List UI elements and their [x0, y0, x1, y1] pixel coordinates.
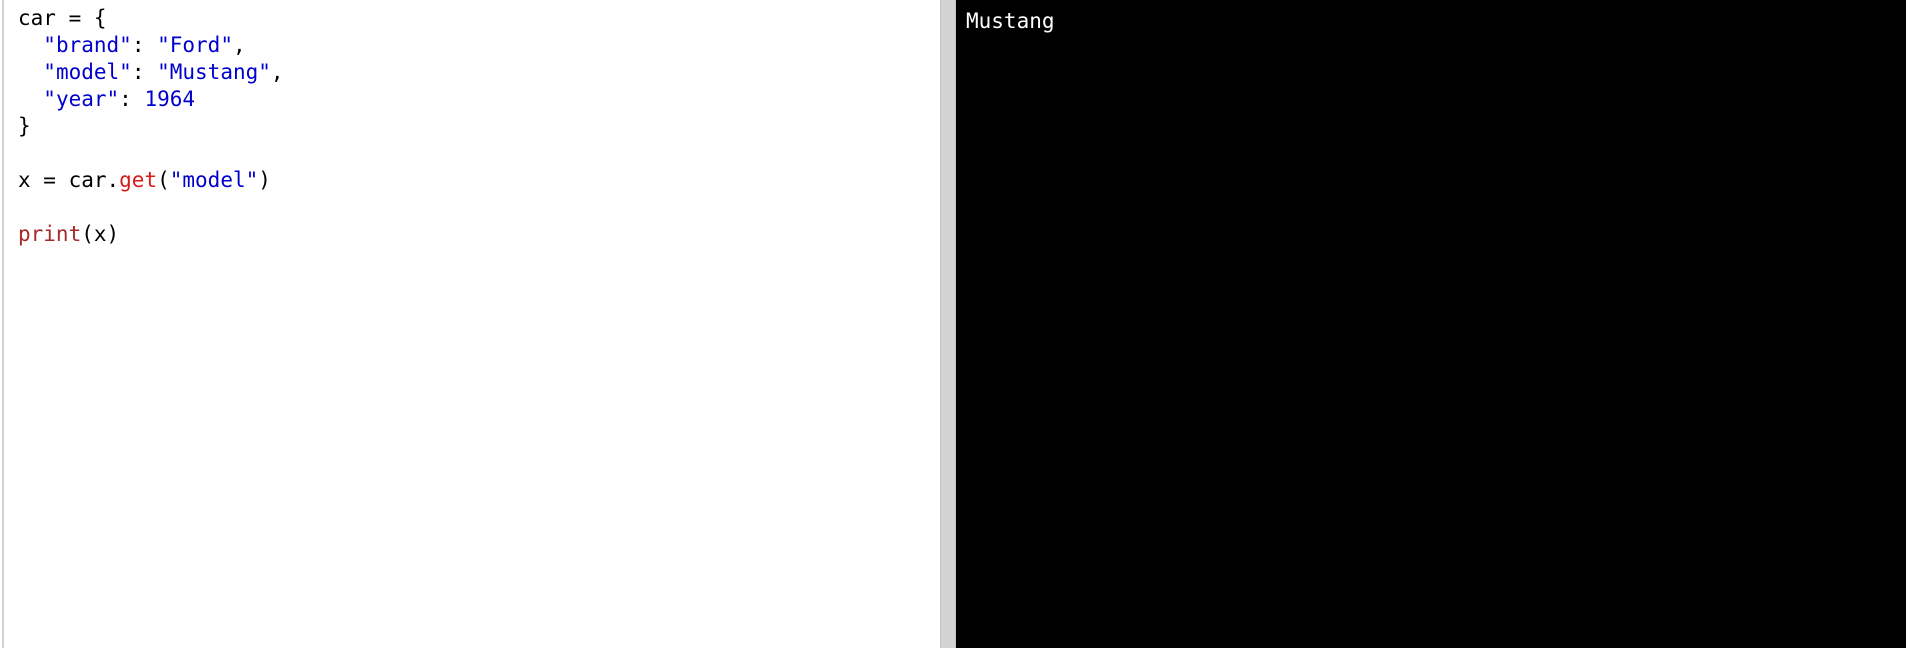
code-editor-pane[interactable]: car = { "brand": "Ford", "model": "Musta…: [2, 0, 940, 648]
code-line: }: [18, 113, 284, 140]
pane-resize-handle[interactable]: [940, 0, 956, 648]
code-line-empty: [18, 194, 284, 221]
code-token-builtin: print: [18, 222, 82, 246]
code-token: (x): [81, 222, 120, 246]
code-line: "model": "Mustang",: [18, 59, 284, 86]
code-token: car = {: [18, 6, 107, 30]
code-line: "brand": "Ford",: [18, 32, 284, 59]
code-token: }: [18, 114, 31, 138]
code-token: :: [119, 87, 145, 111]
code-token-string: "model": [169, 168, 259, 192]
code-line: print(x): [18, 221, 284, 248]
code-token-string: "Ford": [157, 33, 233, 57]
code-editor[interactable]: car = { "brand": "Ford", "model": "Musta…: [18, 5, 284, 248]
tryit-editor-app: car = { "brand": "Ford", "model": "Musta…: [0, 0, 1906, 648]
code-token: :: [131, 60, 158, 84]
code-token: :: [131, 33, 158, 57]
code-token: ,: [232, 33, 246, 57]
code-token-string: "model": [43, 60, 132, 84]
code-token: ): [258, 168, 271, 192]
code-token: (: [157, 168, 170, 192]
code-token-string: "Mustang": [157, 60, 271, 84]
code-token-string: "year": [43, 87, 120, 111]
code-token-string: "brand": [43, 33, 132, 57]
code-line-empty: [18, 140, 284, 167]
code-line: "year": 1964: [18, 86, 284, 113]
code-token: x = car.: [18, 168, 120, 192]
code-line: x = car.get("model"): [18, 167, 284, 194]
code-token: ,: [270, 60, 284, 84]
output-pane: Mustang: [956, 0, 1906, 648]
code-token-number: 1964: [144, 87, 196, 111]
output-text: Mustang: [966, 9, 1055, 33]
code-line: car = {: [18, 5, 284, 32]
code-token-method: get: [119, 168, 158, 192]
